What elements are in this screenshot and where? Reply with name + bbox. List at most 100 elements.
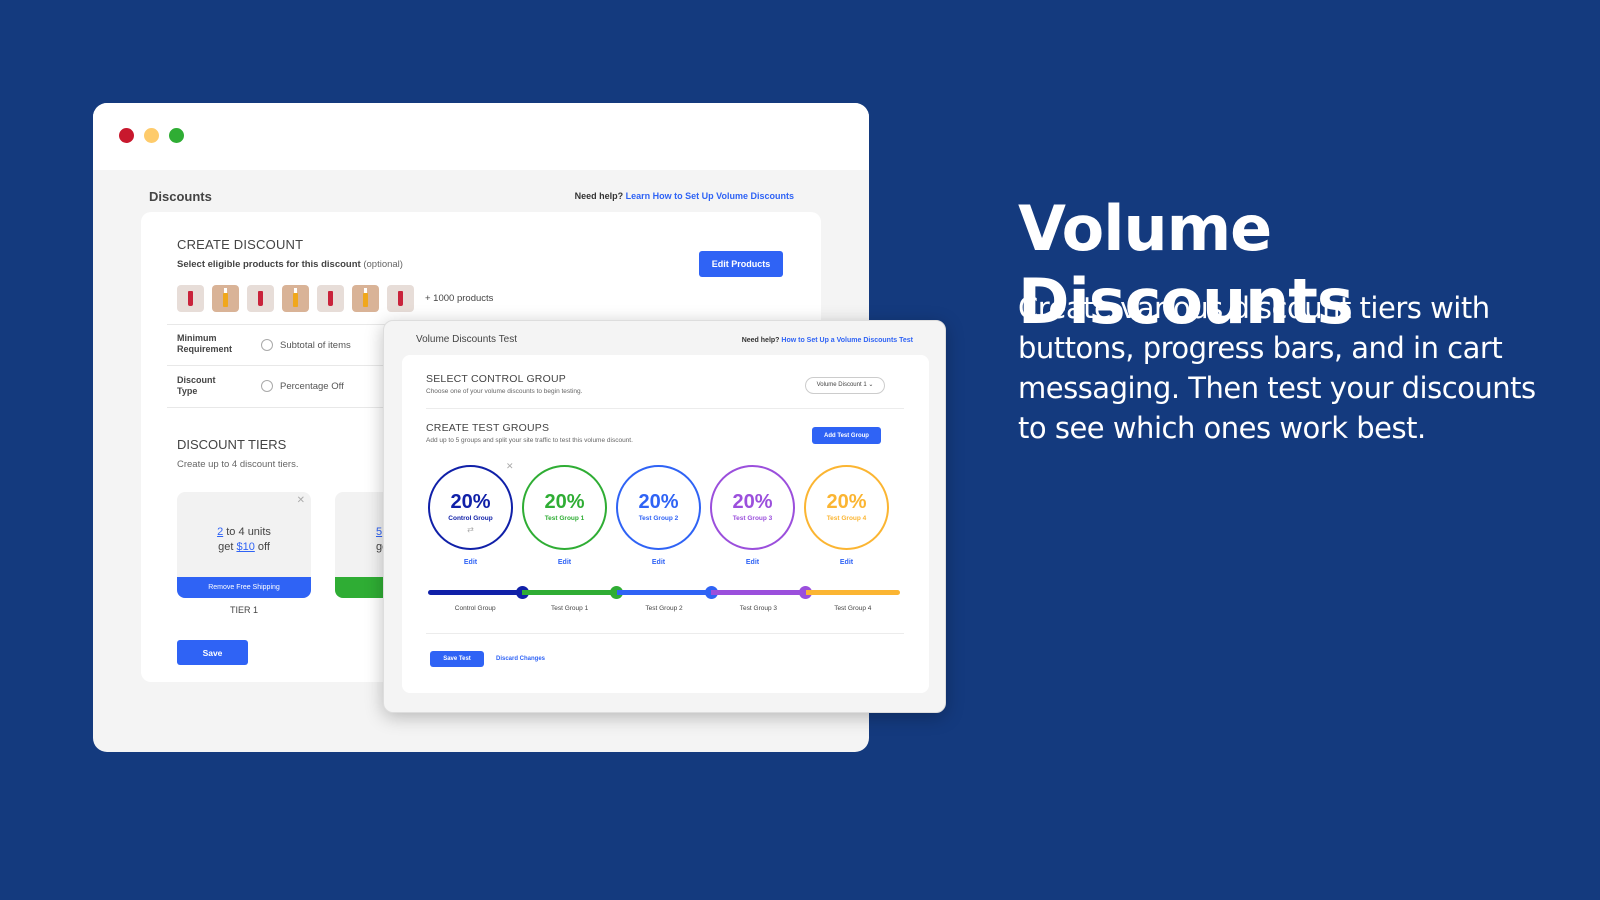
subtotal-radio[interactable] bbox=[261, 339, 273, 351]
product-thumbnail[interactable] bbox=[177, 285, 204, 312]
divider bbox=[167, 365, 417, 366]
tier-get: get bbox=[218, 541, 234, 553]
edit-group-link[interactable]: Edit bbox=[522, 559, 607, 566]
lipstick-tube-icon bbox=[258, 291, 263, 306]
tier-text: 2 to 4 units get $10 off bbox=[177, 525, 311, 555]
group-percentage: 20% bbox=[732, 491, 773, 513]
edit-group-link[interactable]: Edit bbox=[710, 559, 795, 566]
save-button[interactable]: Save bbox=[177, 640, 248, 665]
more-products-count: + 1000 products bbox=[425, 293, 494, 304]
remove-free-shipping-button[interactable]: Remove Free Shipping bbox=[177, 577, 311, 598]
tier-card[interactable]: ✕ 2 to 4 units get $10 off Remove Free S… bbox=[177, 492, 311, 598]
chevron-down-icon: ⌄ bbox=[868, 382, 874, 388]
optional-text: (optional) bbox=[363, 259, 403, 270]
label-line: Discount bbox=[177, 375, 216, 385]
close-icon[interactable]: ✕ bbox=[506, 461, 514, 472]
hero-description: Create various discount tiers with butto… bbox=[1018, 291, 1536, 445]
close-window-button[interactable] bbox=[119, 128, 134, 143]
discount-tiers-subtitle: Create up to 4 discount tiers. bbox=[177, 459, 299, 470]
tier-min-input[interactable]: 5 bbox=[376, 526, 382, 538]
tier-amount-input[interactable]: $10 bbox=[236, 541, 254, 553]
group-percentage: 20% bbox=[826, 491, 867, 513]
split-bar-label: Test Group 1 bbox=[550, 605, 589, 612]
lipstick-tube-icon bbox=[328, 291, 333, 306]
test-help-link[interactable]: How to Set Up a Volume Discounts Test bbox=[781, 337, 913, 344]
group-percentage: 20% bbox=[638, 491, 679, 513]
control-group-subtitle: Choose one of your volume discounts to b… bbox=[426, 388, 583, 395]
help-link[interactable]: Learn How to Set Up Volume Discounts bbox=[626, 191, 794, 201]
tier-min-input[interactable]: 2 bbox=[217, 526, 223, 538]
split-bar-segment bbox=[711, 590, 806, 595]
page-title: Discounts bbox=[149, 189, 212, 204]
product-thumbnail[interactable] bbox=[282, 285, 309, 312]
group-name: Test Group 4 bbox=[826, 515, 867, 522]
label-line: Requirement bbox=[177, 344, 233, 354]
test-group-circle[interactable]: 20% Test Group 4 bbox=[804, 465, 889, 550]
product-thumbnail[interactable] bbox=[317, 285, 344, 312]
divider bbox=[426, 633, 904, 634]
create-discount-subtitle: Select eligible products for this discou… bbox=[177, 259, 403, 270]
tier-to: to bbox=[226, 526, 236, 538]
split-bar-label: Test Group 3 bbox=[739, 605, 777, 612]
split-bar-label: Control Group bbox=[454, 605, 496, 612]
group-percentage: 20% bbox=[450, 491, 491, 513]
swap-icon[interactable]: ⇄ bbox=[430, 525, 511, 534]
edit-products-button[interactable]: Edit Products bbox=[699, 251, 783, 277]
split-bar-segment bbox=[522, 590, 617, 595]
help-prefix: Need help? bbox=[574, 191, 624, 201]
volume-discounts-test-window: Volume Discounts Test Need help? How to … bbox=[383, 320, 946, 713]
edit-group-link[interactable]: Edit bbox=[804, 559, 889, 566]
split-bar-label: Test Group 4 bbox=[834, 605, 872, 612]
control-group-select[interactable]: Volume Discount 1 ⌄ bbox=[805, 377, 885, 394]
add-test-group-button[interactable]: Add Test Group bbox=[812, 427, 881, 444]
tier-max: 4 bbox=[238, 526, 245, 538]
help-prefix: Need help? bbox=[741, 337, 780, 344]
edit-group-link[interactable]: Edit bbox=[428, 559, 513, 566]
divider bbox=[426, 408, 904, 409]
product-thumbnail[interactable] bbox=[212, 285, 239, 312]
help-text: Need help? Learn How to Set Up Volume Di… bbox=[575, 191, 794, 201]
divider bbox=[167, 324, 417, 325]
subtitle-text: Select eligible products for this discou… bbox=[177, 259, 361, 270]
test-group-circle[interactable]: 20% Test Group 2 bbox=[616, 465, 701, 550]
lipstick-tube-icon bbox=[398, 291, 403, 306]
group-percentage: 20% bbox=[544, 491, 585, 513]
test-card: SELECT CONTROL GROUP Choose one of your … bbox=[402, 355, 929, 693]
test-groups-subtitle: Add up to 5 groups and split your site t… bbox=[426, 437, 633, 444]
serum-bottle-icon bbox=[223, 293, 228, 307]
test-group-circle[interactable]: 20% Test Group 3 bbox=[710, 465, 795, 550]
split-bar-segment bbox=[428, 590, 523, 595]
close-icon[interactable]: ✕ bbox=[297, 495, 305, 506]
product-thumbnail[interactable] bbox=[247, 285, 274, 312]
product-thumbnail[interactable] bbox=[387, 285, 414, 312]
label-line: Minimum bbox=[177, 333, 217, 343]
serum-bottle-icon bbox=[293, 293, 298, 307]
group-name: Test Group 2 bbox=[638, 515, 679, 522]
create-discount-heading: CREATE DISCOUNT bbox=[177, 237, 304, 252]
test-group-circle[interactable]: 20% Control Group ⇄ bbox=[428, 465, 513, 550]
maximize-window-button[interactable] bbox=[169, 128, 184, 143]
discard-changes-link[interactable]: Discard Changes bbox=[496, 656, 545, 662]
product-thumbnails: + 1000 products bbox=[177, 285, 493, 312]
test-help-text: Need help? How to Set Up a Volume Discou… bbox=[742, 337, 913, 344]
discount-tiers-heading: DISCOUNT TIERS bbox=[177, 437, 287, 452]
edit-group-link[interactable]: Edit bbox=[616, 559, 701, 566]
test-group-circle[interactable]: 20% Test Group 1 bbox=[522, 465, 607, 550]
window-titlebar bbox=[93, 103, 869, 170]
split-bar-segment bbox=[616, 590, 712, 595]
minimize-window-button[interactable] bbox=[144, 128, 159, 143]
test-groups-heading: CREATE TEST GROUPS bbox=[426, 422, 550, 434]
discount-type-label: Discount Type bbox=[177, 375, 216, 397]
serum-bottle-icon bbox=[363, 293, 368, 307]
product-thumbnail[interactable] bbox=[352, 285, 379, 312]
percentage-off-radio[interactable] bbox=[261, 380, 273, 392]
tier-off: off bbox=[257, 541, 270, 553]
control-group-heading: SELECT CONTROL GROUP bbox=[426, 373, 566, 385]
divider bbox=[167, 407, 417, 408]
split-bar-segment bbox=[805, 590, 900, 595]
subtotal-radio-label[interactable]: Subtotal of items bbox=[280, 340, 351, 351]
save-test-button[interactable]: Save Test bbox=[430, 651, 484, 667]
percentage-off-radio-label[interactable]: Percentage Off bbox=[280, 381, 344, 392]
group-name: Test Group 1 bbox=[544, 515, 585, 522]
tier-units: units bbox=[247, 526, 271, 538]
